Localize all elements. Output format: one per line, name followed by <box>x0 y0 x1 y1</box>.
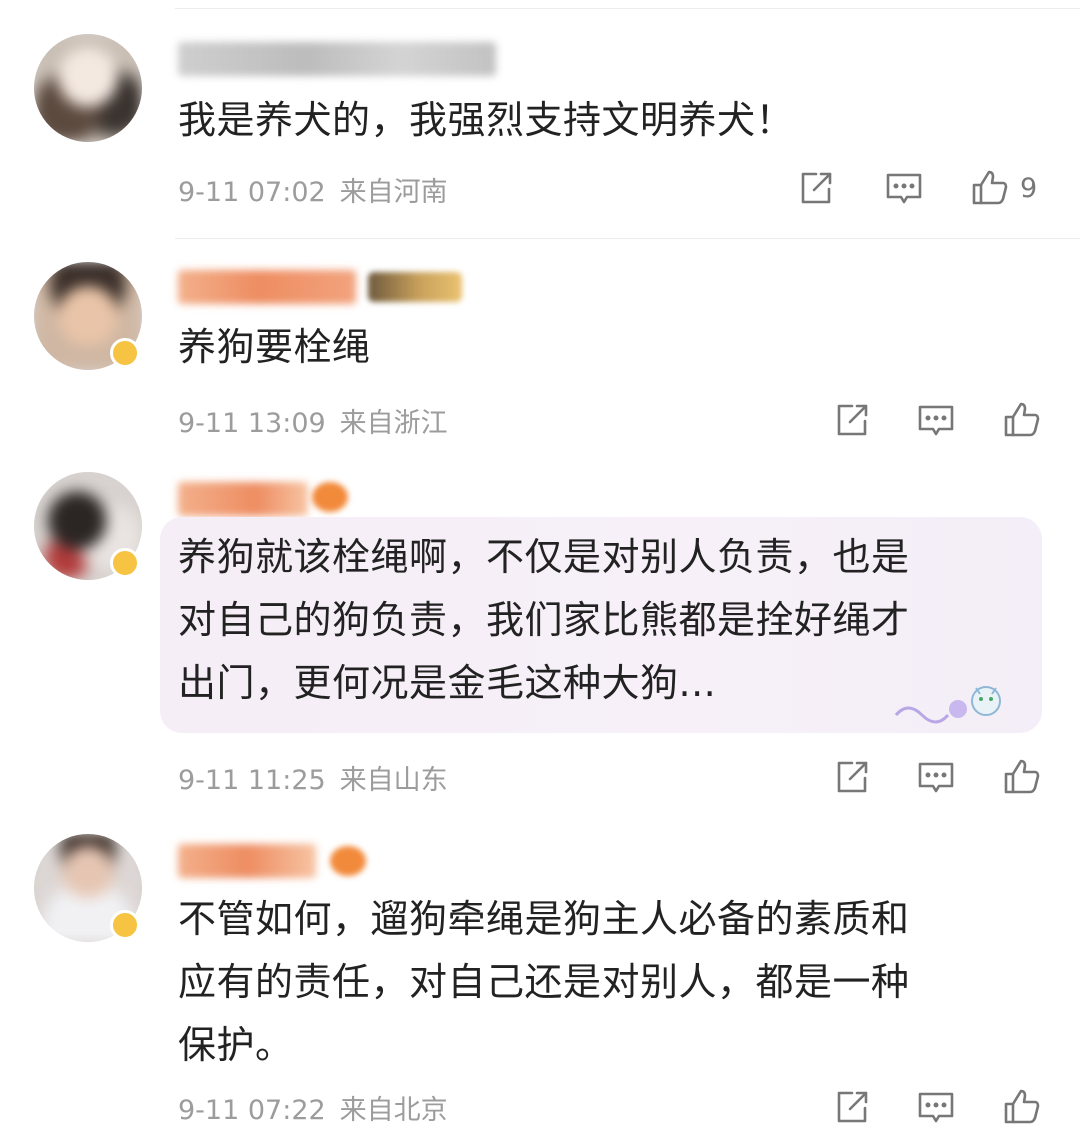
verified-badge-icon <box>110 910 140 940</box>
avatar[interactable] <box>34 34 142 142</box>
comment-button[interactable] <box>884 168 924 208</box>
comment-text-line: 对自己的狗负责，我们家比熊都是拴好绳才 <box>178 598 910 642</box>
comment-text-line: 出门，更何况是金毛这种大狗... <box>178 661 717 705</box>
comment-time: 9-11 11:25 <box>178 765 326 796</box>
comment-meta: 9-11 07:02 来自河南 <box>178 170 448 209</box>
like-icon <box>1004 759 1040 794</box>
comment-location: 来自山东 <box>339 765 448 796</box>
comment-time: 9-11 13:09 <box>178 408 326 439</box>
like-button[interactable] <box>1002 757 1042 797</box>
share-button[interactable] <box>832 757 872 797</box>
like-count: 9 <box>1020 172 1038 204</box>
comment-button[interactable] <box>916 757 956 797</box>
comment-button[interactable] <box>916 400 956 440</box>
divider <box>175 8 1080 9</box>
comment-meta: 9-11 13:09 来自浙江 <box>178 401 448 440</box>
comment-button[interactable] <box>916 1087 956 1127</box>
comment-meta: 9-11 07:22 来自北京 <box>178 1088 448 1127</box>
username-blurred[interactable] <box>178 270 356 304</box>
like-button[interactable]: 9 <box>970 168 1037 208</box>
comment-icon <box>886 173 922 204</box>
share-icon <box>801 172 832 204</box>
comment-text-line: 应有的责任，对自己还是对别人，都是一种 <box>178 960 910 1004</box>
comment-icon <box>918 1092 954 1123</box>
comment-text-line: 保护。 <box>178 1023 294 1067</box>
comment-meta: 9-11 11:25 来自山东 <box>178 758 448 797</box>
like-icon <box>1004 402 1040 437</box>
sticker-decoration-icon <box>894 686 1001 724</box>
comment-text-line: 养狗就该栓绳啊，不仅是对别人负责，也是 <box>178 535 910 579</box>
username-blurred[interactable] <box>178 844 316 878</box>
comment-time: 9-11 07:22 <box>178 1095 326 1126</box>
comment-time: 9-11 07:02 <box>178 177 326 208</box>
share-icon <box>837 1091 868 1123</box>
user-tag-blurred <box>368 272 462 302</box>
comment-text-line: 不管如何，遛狗牵绳是狗主人必备的素质和 <box>178 897 910 941</box>
username-blurred[interactable] <box>178 42 496 76</box>
share-button[interactable] <box>832 400 872 440</box>
comment-text: 我是养犬的，我强烈支持文明养犬！ <box>178 98 795 142</box>
username-blurred[interactable] <box>178 482 308 516</box>
comment-text: 养狗要栓绳 <box>178 325 371 369</box>
user-tag-blurred <box>330 846 366 876</box>
share-icon <box>837 404 868 436</box>
comment-location: 来自浙江 <box>339 408 448 439</box>
divider <box>175 238 1080 239</box>
like-icon <box>972 170 1008 205</box>
share-button[interactable] <box>796 168 836 208</box>
like-button[interactable] <box>1002 400 1042 440</box>
share-icon <box>837 761 868 793</box>
comment-icon <box>918 405 954 436</box>
comment-icon <box>918 762 954 793</box>
like-button[interactable] <box>1002 1087 1042 1127</box>
share-button[interactable] <box>832 1087 872 1127</box>
like-icon <box>1004 1089 1040 1124</box>
verified-badge-icon <box>110 338 140 368</box>
comment-location: 来自北京 <box>339 1095 448 1126</box>
verified-badge-icon <box>110 548 140 578</box>
comment-location: 来自河南 <box>339 177 448 208</box>
user-tag-blurred <box>312 482 348 512</box>
